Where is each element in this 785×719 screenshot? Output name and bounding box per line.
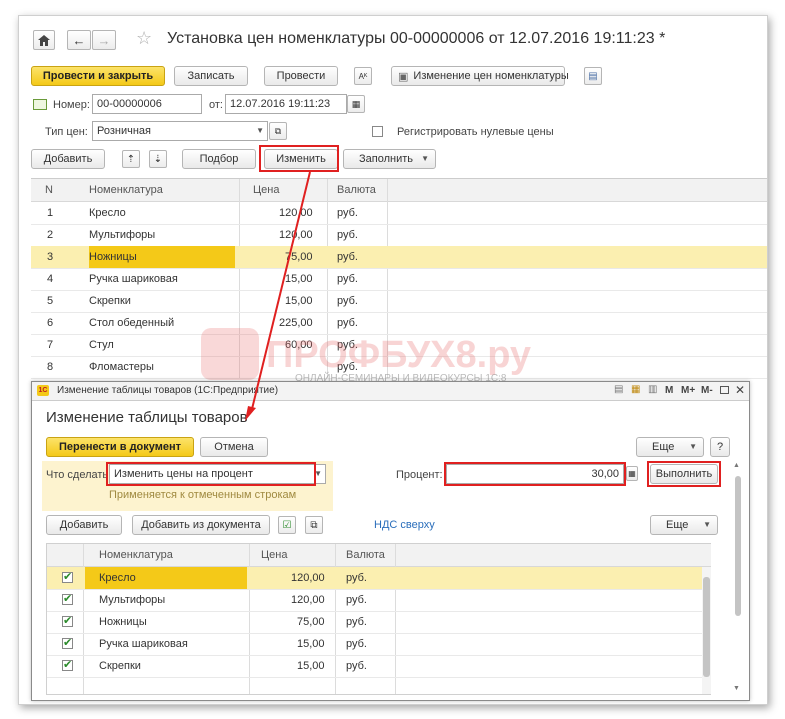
pointer-arrow <box>245 171 311 421</box>
more-label: Еще <box>652 441 675 453</box>
more-button-2[interactable]: Еще ▼ <box>650 515 718 535</box>
copy-button[interactable]: ⧉ <box>305 516 323 534</box>
row-item: Ножницы <box>99 616 147 628</box>
table-row[interactable]: Ножницы 75,00 руб. <box>47 611 711 634</box>
add-from-document-button[interactable]: Добавить из документа <box>132 515 270 535</box>
cancel-button[interactable]: Отмена <box>200 437 268 457</box>
row-currency: руб. <box>346 660 367 672</box>
table-row[interactable]: Ручка шариковая 15,00 руб. <box>47 633 711 656</box>
transfer-to-document-button[interactable]: Перенести в документ <box>46 437 194 457</box>
table-row-selected[interactable]: Кресло 120,00 руб. <box>47 567 711 590</box>
table-scrollbar[interactable] <box>702 567 711 694</box>
row-price: 15,00 <box>297 638 325 650</box>
row-checkbox[interactable] <box>62 592 73 605</box>
row-checkbox[interactable] <box>62 570 73 583</box>
col-price[interactable]: Цена <box>261 544 287 566</box>
dialog-add-button[interactable]: Добавить <box>46 515 122 535</box>
row-currency: руб. <box>346 638 367 650</box>
col-item[interactable]: Номенклатура <box>99 544 173 566</box>
row-item: Ручка шариковая <box>99 638 188 650</box>
row-checkbox[interactable] <box>62 658 73 671</box>
more-label-2: Еще <box>666 519 689 531</box>
app-frame: ← → ☆ Установка цен номенклатуры 00-0000… <box>18 15 768 705</box>
percent-field-highlight <box>444 462 626 486</box>
execute-button-highlight <box>647 461 721 487</box>
check-all-icon: ☑ <box>282 519 292 531</box>
scroll-up-icon[interactable]: ▲ <box>733 462 740 469</box>
scroll-thumb[interactable] <box>703 577 710 677</box>
row-price: 15,00 <box>297 660 325 672</box>
action-label: Что сделать: <box>46 469 112 481</box>
select-all-button[interactable]: ☑ <box>278 516 296 534</box>
action-hint: Применяется к отмеченным строкам <box>109 489 297 501</box>
col-currency[interactable]: Валюта <box>346 544 385 566</box>
more-button[interactable]: Еще ▼ <box>636 437 704 457</box>
row-price: 75,00 <box>297 616 325 628</box>
copy-icon: ⧉ <box>310 519 318 531</box>
row-item: Кресло <box>85 567 247 589</box>
percent-label: Процент: <box>396 469 443 481</box>
vat-link[interactable]: НДС сверху <box>374 519 435 531</box>
action-select-highlight <box>106 462 316 486</box>
dialog-table-header: Номенклатура Цена Валюта <box>47 544 711 567</box>
scroll-down-icon[interactable]: ▼ <box>733 685 740 692</box>
row-checkbox[interactable] <box>62 636 73 649</box>
dialog-table: Номенклатура Цена Валюта Кресло 120,00 р… <box>46 543 711 695</box>
table-row[interactable]: Мультифоры 120,00 руб. <box>47 589 711 612</box>
chevron-down-icon: ▼ <box>689 442 697 451</box>
row-item: Мультифоры <box>99 594 166 606</box>
percent-calc-button[interactable]: ▦ <box>626 466 638 481</box>
row-currency: руб. <box>346 616 367 628</box>
row-item: Скрепки <box>99 660 141 672</box>
help-button[interactable]: ? <box>710 437 730 457</box>
chevron-down-icon: ▼ <box>703 520 711 529</box>
dialog-scrollbar[interactable]: ▲ ▼ <box>733 462 742 692</box>
row-price: 120,00 <box>291 594 325 606</box>
row-currency: руб. <box>346 572 367 584</box>
scroll-thumb[interactable] <box>735 476 741 616</box>
row-price: 120,00 <box>291 572 325 584</box>
table-row[interactable]: Скрепки 15,00 руб. <box>47 655 711 678</box>
row-checkbox[interactable] <box>62 614 73 627</box>
calculator-icon: ▦ <box>628 469 636 478</box>
row-currency: руб. <box>346 594 367 606</box>
